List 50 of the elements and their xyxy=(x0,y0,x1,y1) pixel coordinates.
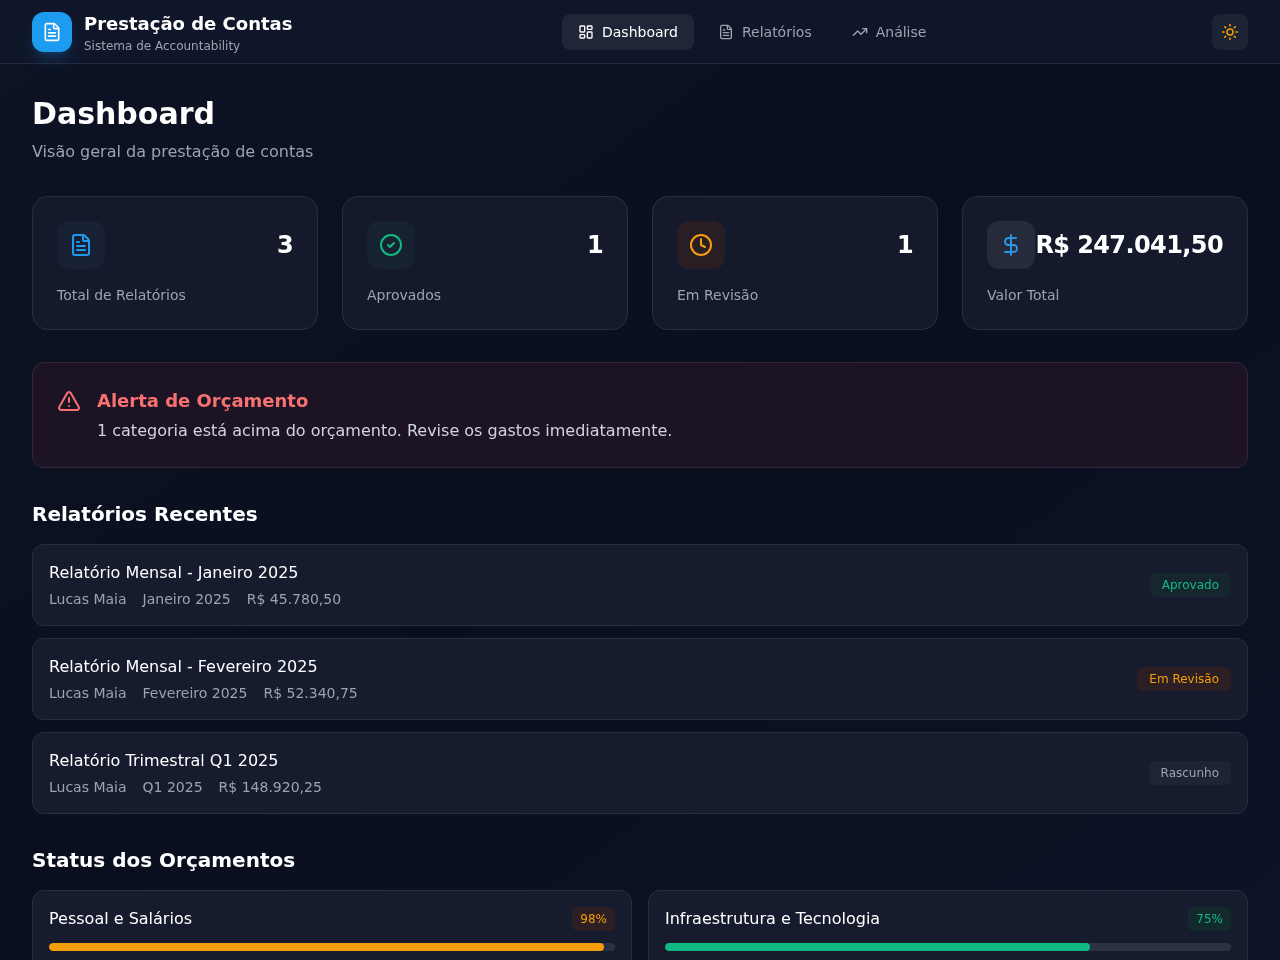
report-title: Relatório Mensal - Fevereiro 2025 xyxy=(49,656,319,678)
page-title: Dashboard xyxy=(32,96,216,132)
budget-name: Pessoal e Salários xyxy=(49,908,192,930)
dashboard-grid-icon xyxy=(578,23,594,40)
budget-name: Infraestrutura e Tecnologia xyxy=(665,908,881,930)
stat-label: Em Revisão xyxy=(677,286,760,305)
report-row[interactable]: Relatório Mensal - Fevereiro 2025 Lucas Maia Fevereiro 2025 R$ 52.340,75 Em Revisão xyxy=(32,638,1248,720)
alert-message: 1 categoria está acima do orçamento. Revise os gastos imediatamente. xyxy=(97,420,673,442)
status-badge: Aprovado xyxy=(1149,573,1231,597)
stat-value: R$ 247.041,50 xyxy=(1035,230,1223,261)
report-period: Q1 2025 xyxy=(142,778,203,797)
theme-toggle-button[interactable] xyxy=(1212,13,1248,50)
warning-triangle-icon xyxy=(57,389,81,413)
report-title: Relatório Mensal - Janeiro 2025 xyxy=(49,562,300,584)
status-badge: Rascunho xyxy=(1148,761,1231,785)
stat-value: 1 xyxy=(896,230,913,261)
report-author: Lucas Maia xyxy=(49,778,127,797)
app-title: Prestação de Contas xyxy=(84,11,293,36)
document-logo-icon xyxy=(32,11,72,52)
report-amount: R$ 52.340,75 xyxy=(263,684,358,703)
report-amount: R$ 148.920,25 xyxy=(218,778,322,797)
report-author: Lucas Maia xyxy=(49,684,127,703)
nav-tab[interactable]: Análise xyxy=(835,13,943,50)
stat-value: 3 xyxy=(276,230,293,261)
percent-badge: 98% xyxy=(572,907,615,931)
stat-value: 1 xyxy=(586,230,603,261)
report-author: Lucas Maia xyxy=(49,590,127,609)
nav-tab[interactable]: Relatórios xyxy=(701,13,828,50)
clock-icon xyxy=(677,221,725,269)
status-badge: Em Revisão xyxy=(1137,667,1231,691)
report-row[interactable]: Relatório Mensal - Janeiro 2025 Lucas Maia Janeiro 2025 R$ 45.780,50 Aprovado xyxy=(32,544,1248,626)
report-amount: R$ 45.780,50 xyxy=(246,590,342,609)
page-subtitle: Visão geral da prestação de contas xyxy=(32,141,315,163)
stat-label: Aprovados xyxy=(367,286,443,305)
alert-title: Alerta de Orçamento xyxy=(97,389,310,413)
document-icon xyxy=(717,23,734,40)
document-icon xyxy=(57,221,105,269)
stat-label: Valor Total xyxy=(987,286,1061,305)
sun-icon xyxy=(1221,22,1239,41)
report-period: Janeiro 2025 xyxy=(142,590,231,609)
stat-label: Total de Relatórios xyxy=(57,286,187,305)
report-row[interactable]: Relatório Trimestral Q1 2025 Lucas Maia Q1 2025 R$ 148.920,25 Rascunho xyxy=(32,732,1248,814)
section-title: Relatórios Recentes xyxy=(32,501,259,528)
report-title: Relatório Trimestral Q1 2025 xyxy=(49,750,280,772)
app-subtitle: Sistema de Accountability xyxy=(84,37,242,54)
percent-badge: 75% xyxy=(1188,907,1231,931)
section-title: Status dos Orçamentos xyxy=(32,847,297,874)
nav-tab[interactable]: Dashboard xyxy=(562,13,694,50)
report-period: Fevereiro 2025 xyxy=(142,684,248,703)
dollar-sign-icon xyxy=(987,221,1035,269)
